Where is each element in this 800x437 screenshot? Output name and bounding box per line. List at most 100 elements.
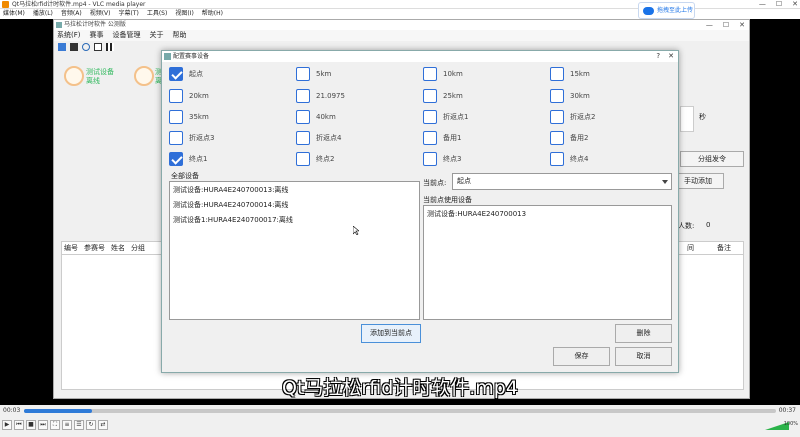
app-menu-event[interactable]: 赛事 [90,30,104,41]
device-list-item[interactable]: 测试设备:HURA4E240700014:离线 [170,199,419,211]
checkbox-unchecked-icon[interactable] [550,67,564,81]
checkpoint-checkbox[interactable]: 折返点2 [550,110,595,124]
upload-button[interactable]: 拖拽至此上传 [638,2,695,19]
all-devices-list[interactable]: 测试设备:HURA4E240700013:离线 测试设备:HURA4E24070… [169,181,420,320]
checkbox-unchecked-icon[interactable] [423,152,437,166]
checkpoint-checkbox[interactable]: 终点2 [296,152,334,166]
checkbox-unchecked-icon[interactable] [423,89,437,103]
menu-playback[interactable]: 播放(L) [33,9,53,19]
checkpoint-checkbox[interactable]: 终点3 [423,152,461,166]
play-icon[interactable]: ▶ [2,420,12,430]
delete-button[interactable]: 删除 [615,324,672,343]
checkpoint-checkbox[interactable]: 折返点3 [169,131,214,145]
checkbox-unchecked-icon[interactable] [423,131,437,145]
checkbox-unchecked-icon[interactable] [550,110,564,124]
current-point-select[interactable]: 起点 [452,173,672,190]
menu-video[interactable]: 视频(V) [90,9,111,19]
checkpoint-checkbox[interactable]: 35km [169,110,209,124]
checkpoint-checkbox[interactable]: 40km [296,110,336,124]
current-devices-list[interactable]: 测试设备:HURA4E240700013 [423,205,672,320]
checkpoint-checkbox[interactable]: 备用1 [423,131,461,145]
col-bib[interactable]: 参赛号 [84,242,105,254]
checkbox-unchecked-icon[interactable] [550,89,564,103]
app-menu-about[interactable]: 关于 [150,30,164,41]
checkpoint-checkbox[interactable]: 15km [550,67,590,81]
app-close-button[interactable]: ✕ [739,20,745,30]
checkbox-unchecked-icon[interactable] [169,110,183,124]
checkbox-unchecked-icon[interactable] [296,131,310,145]
checkbox-unchecked-icon[interactable] [550,131,564,145]
checkbox-unchecked-icon[interactable] [296,152,310,166]
checkbox-checked-icon[interactable] [169,67,183,81]
current-device-item[interactable]: 测试设备:HURA4E240700013 [424,208,671,220]
device-list-item[interactable]: 测试设备1:HURA4E240700017:离线 [170,214,419,226]
maximize-button[interactable]: ☐ [776,0,782,9]
search-icon[interactable] [82,43,90,51]
next-icon[interactable]: ⏭ [38,420,48,430]
app-menu-system[interactable]: 系统(F) [57,30,81,41]
checkpoint-checkbox[interactable]: 备用2 [550,131,588,145]
checkbox-unchecked-icon[interactable] [550,152,564,166]
seek-bar[interactable] [24,409,776,413]
group-start-button[interactable]: 分组发令 [680,151,744,167]
fullscreen-icon[interactable]: ⛶ [50,420,60,430]
checkpoint-checkbox[interactable]: 起点 [169,67,203,81]
col-name[interactable]: 姓名 [111,242,125,254]
loop-icon[interactable]: ↻ [86,420,96,430]
checkbox-unchecked-icon[interactable] [296,89,310,103]
menu-subtitle[interactable]: 字幕(T) [118,9,138,19]
stop-icon[interactable]: ■ [26,420,36,430]
edit-icon[interactable] [70,43,78,51]
dialog-close-button[interactable]: ✕ [668,51,674,62]
checkbox-unchecked-icon[interactable] [169,89,183,103]
record-icon[interactable] [94,43,102,51]
menu-audio[interactable]: 音频(A) [61,9,82,19]
previous-icon[interactable]: ⏮ [14,420,24,430]
extended-settings-icon[interactable]: ≡ [62,420,72,430]
playlist-icon[interactable]: ☰ [74,420,84,430]
app-maximize-button[interactable]: ☐ [723,20,729,30]
checkpoint-checkbox[interactable]: 折返点4 [296,131,341,145]
seconds-input[interactable] [680,106,694,132]
add-to-current-button[interactable]: 添加到当前点 [361,324,421,343]
checkpoint-checkbox[interactable]: 21.0975 [296,89,345,103]
checkbox-checked-icon[interactable] [169,152,183,166]
col-number[interactable]: 编号 [64,242,78,254]
checkpoint-checkbox[interactable]: 终点4 [550,152,588,166]
menu-view[interactable]: 视图(I) [175,9,193,19]
save-button[interactable]: 保存 [553,347,610,366]
app-minimize-button[interactable]: — [706,20,713,30]
checkbox-unchecked-icon[interactable] [423,110,437,124]
playback-controls: ▶ ⏮ ■ ⏭ ⛶ ≡ ☰ ↻ ⇄ [2,420,108,430]
grid-icon[interactable] [106,43,114,51]
checkpoint-checkbox[interactable]: 5km [296,67,331,81]
app-menu-help[interactable]: 帮助 [173,30,187,41]
checkpoint-checkbox[interactable]: 20km [169,89,209,103]
close-button[interactable]: ✕ [792,0,798,9]
checkpoint-checkbox[interactable]: 终点1 [169,152,207,166]
checkbox-unchecked-icon[interactable] [296,110,310,124]
minimize-button[interactable]: — [759,0,766,9]
checkpoint-checkbox[interactable]: 25km [423,89,463,103]
checkpoint-checkbox[interactable]: 30km [550,89,590,103]
checkbox-unchecked-icon[interactable] [169,131,183,145]
device-status-circle[interactable] [64,66,84,86]
col-group[interactable]: 分组 [131,242,145,254]
checkbox-unchecked-icon[interactable] [296,67,310,81]
checkpoint-checkbox[interactable]: 10km [423,67,463,81]
dialog-help-button[interactable]: ? [656,51,660,62]
checkbox-unchecked-icon[interactable] [423,67,437,81]
checkpoint-checkbox[interactable]: 折返点1 [423,110,468,124]
col-note[interactable]: 备注 [717,242,731,254]
menu-help[interactable]: 帮助(H) [202,9,223,19]
menu-tools[interactable]: 工具(S) [147,9,168,19]
shuffle-icon[interactable]: ⇄ [98,420,108,430]
folder-icon[interactable] [58,43,66,51]
manual-add-button[interactable]: 手动添加 [672,173,724,189]
app-menu-device[interactable]: 设备管理 [113,30,141,41]
device-list-item[interactable]: 测试设备:HURA4E240700013:离线 [170,184,419,196]
menu-media[interactable]: 媒体(M) [3,9,25,19]
device-status-circle[interactable] [134,66,154,86]
cancel-button[interactable]: 取消 [615,347,672,366]
col-time[interactable]: 间 [687,242,694,254]
